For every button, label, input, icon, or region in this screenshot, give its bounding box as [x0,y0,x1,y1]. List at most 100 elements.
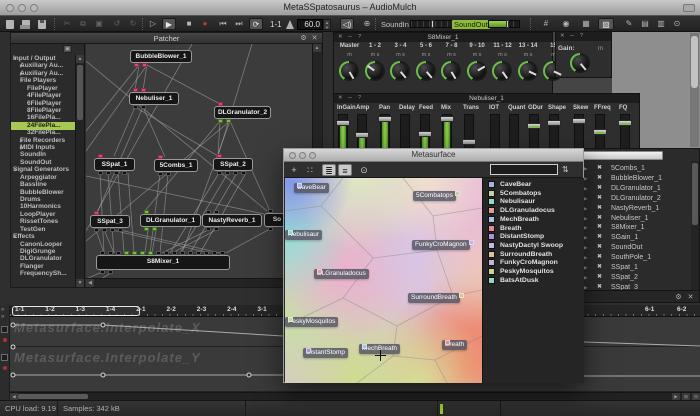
tempo-stepper[interactable]: ▲▼ [323,19,331,30]
speaker-icon[interactable]: ◁) [340,18,354,30]
dark-port[interactable] [106,171,111,175]
slider-handle[interactable] [336,120,350,126]
dark-port[interactable] [220,251,225,255]
collapsed-icon[interactable]: ▶ [584,184,587,193]
snapshot-item-funkycromagnon[interactable]: FunkyCroMagnon [483,258,584,267]
breakpoint[interactable] [101,323,105,327]
history-icon[interactable]: ⊙ [358,164,370,176]
snapshot-search-input[interactable] [490,164,558,175]
patcher-hscrollbar[interactable]: ◀ [86,278,312,287]
undo-icon[interactable]: ↺ [110,18,124,30]
param-slider-amp[interactable] [357,114,367,149]
automation-item-dlgranulator-2[interactable]: ▶✖DLGranulator_2 [578,194,691,203]
close-icon[interactable]: ✕ [686,293,695,302]
automation-hscrollbar[interactable]: ◀ ▶ ⊞ ⊟ [10,392,700,400]
dark-port[interactable] [114,171,119,175]
slider-handle[interactable] [418,131,432,137]
patch-node-dlgranulator-2[interactable]: DLGranulator_2 [214,106,271,119]
channel-gain-knob[interactable] [416,61,436,81]
breakpoint[interactable] [247,373,251,377]
pink-port[interactable] [98,154,103,158]
panel-view-icon[interactable]: ▤ [638,18,652,30]
dark-port[interactable] [118,228,123,232]
mute-solo-labels[interactable]: m s [516,52,541,58]
remove-icon[interactable]: ✖ [597,273,602,282]
slider-handle[interactable] [547,120,561,126]
snapshot-item-distantstomp[interactable]: DistantStomp [483,232,584,241]
play-button[interactable]: ▶ [162,18,176,30]
cut-icon[interactable]: ✂ [60,18,74,30]
param-slider-iot[interactable] [490,114,500,149]
param-slider-pan[interactable] [380,114,390,149]
region-label-5combatops[interactable]: 5Combatops [413,191,456,201]
green-port[interactable] [226,119,231,123]
sound-out-slider-handle[interactable] [506,20,509,28]
green-port[interactable] [140,251,145,255]
mute-solo-labels[interactable]: m [337,52,362,58]
patch-node-nebuliser-1[interactable]: Nebuliser_1 [129,92,179,105]
green-port[interactable] [124,251,129,255]
pink-port[interactable] [133,88,138,92]
notes-view-icon[interactable]: ▥ [654,18,668,30]
automation-item-sgain-1[interactable]: ▶✖SGain_1 [578,233,691,242]
dark-port[interactable] [141,105,146,109]
slider-handle[interactable] [618,120,632,126]
panel-area-scrollbar[interactable] [690,33,699,147]
dark-port[interactable] [108,270,113,274]
dark-port[interactable] [241,171,246,175]
mute-solo-labels[interactable]: m s [465,52,490,58]
scroll-up-icon[interactable]: ▲ [76,55,84,63]
snapshots-view-icon[interactable]: ▦ [578,18,594,30]
automation-item-5combs-1[interactable]: ▶✖5Combs_1 [578,164,691,173]
collapsed-icon[interactable]: ▶ [584,273,587,282]
pink-port[interactable] [158,155,163,159]
green-port[interactable] [132,251,137,255]
dark-port[interactable] [233,171,238,175]
patch-node-sspat-1[interactable]: SSpat_1 [94,158,135,171]
list-view-icon[interactable]: ≣ [322,164,336,176]
collapsed-icon[interactable]: ▶ [584,174,587,183]
region-label-distantstomp[interactable]: DistantStomp [303,348,348,358]
collapsed-icon[interactable]: ▶ [584,253,587,262]
metasurface-view-icon[interactable]: ▧ [598,18,614,30]
pink-port[interactable] [218,102,223,106]
param-slider-mix[interactable] [442,114,452,149]
contraption-view-icon[interactable]: ◉ [558,18,574,30]
metasurface-titlebar[interactable]: Metasurface [284,149,583,162]
patch-node-bubbleblower-1[interactable]: BubbleBlower_1 [130,50,192,63]
sort-icon[interactable]: ⇅ [562,164,572,176]
snapshot-item-cavebear[interactable]: CaveBear [483,180,584,189]
breakpoint[interactable] [11,323,15,327]
palette-scrollbar[interactable]: ▲ ▼ [75,55,84,287]
scroll-left-icon[interactable]: ◀ [10,393,18,400]
channel-gain-knob[interactable] [518,61,538,81]
metasurface-map[interactable]: CaveBear5CombatopsNebulisaurFunkyCroMagn… [285,178,482,383]
automations-scrollbar[interactable] [691,161,699,290]
scrollbar-thumb[interactable] [77,65,83,120]
collapsed-icon[interactable]: ▶ [584,243,587,252]
dark-port[interactable] [164,251,169,255]
breakpoint[interactable] [11,345,15,349]
pink-port[interactable] [142,63,147,67]
dark-port[interactable] [98,171,103,175]
dark-port[interactable] [108,251,113,255]
snapshot-item-nastydactyl-swoop[interactable]: NastyDactyl Swoop [483,241,584,250]
dark-port[interactable] [217,171,222,175]
remove-icon[interactable]: ✖ [597,204,602,213]
dark-port[interactable] [100,251,105,255]
info-icon[interactable]: ⊙ [670,18,684,30]
patcher-canvas[interactable]: BubbleBlower_1 Nebuliser_1 DLGranulator_2 S… [86,44,312,278]
sound-in-slider[interactable] [410,20,456,28]
region-label-breath[interactable]: Breath [442,340,467,350]
dark-port[interactable] [196,251,201,255]
collapsed-icon[interactable]: ▶ [584,194,587,203]
redo-icon[interactable]: ↻ [126,18,140,30]
detail-view-icon[interactable]: ≡ [338,164,352,176]
collapsed-icon[interactable]: ▶ [584,263,587,272]
automation-item-nastyreverb-1[interactable]: ▶✖NastyReverb_1 [578,204,691,213]
param-slider-quant[interactable] [509,114,519,149]
channel-gain-knob[interactable] [339,61,359,81]
close-icon[interactable]: ✕ [310,34,319,43]
network-icon[interactable]: ⊕ [360,18,374,30]
remove-icon[interactable]: ✖ [597,214,602,223]
